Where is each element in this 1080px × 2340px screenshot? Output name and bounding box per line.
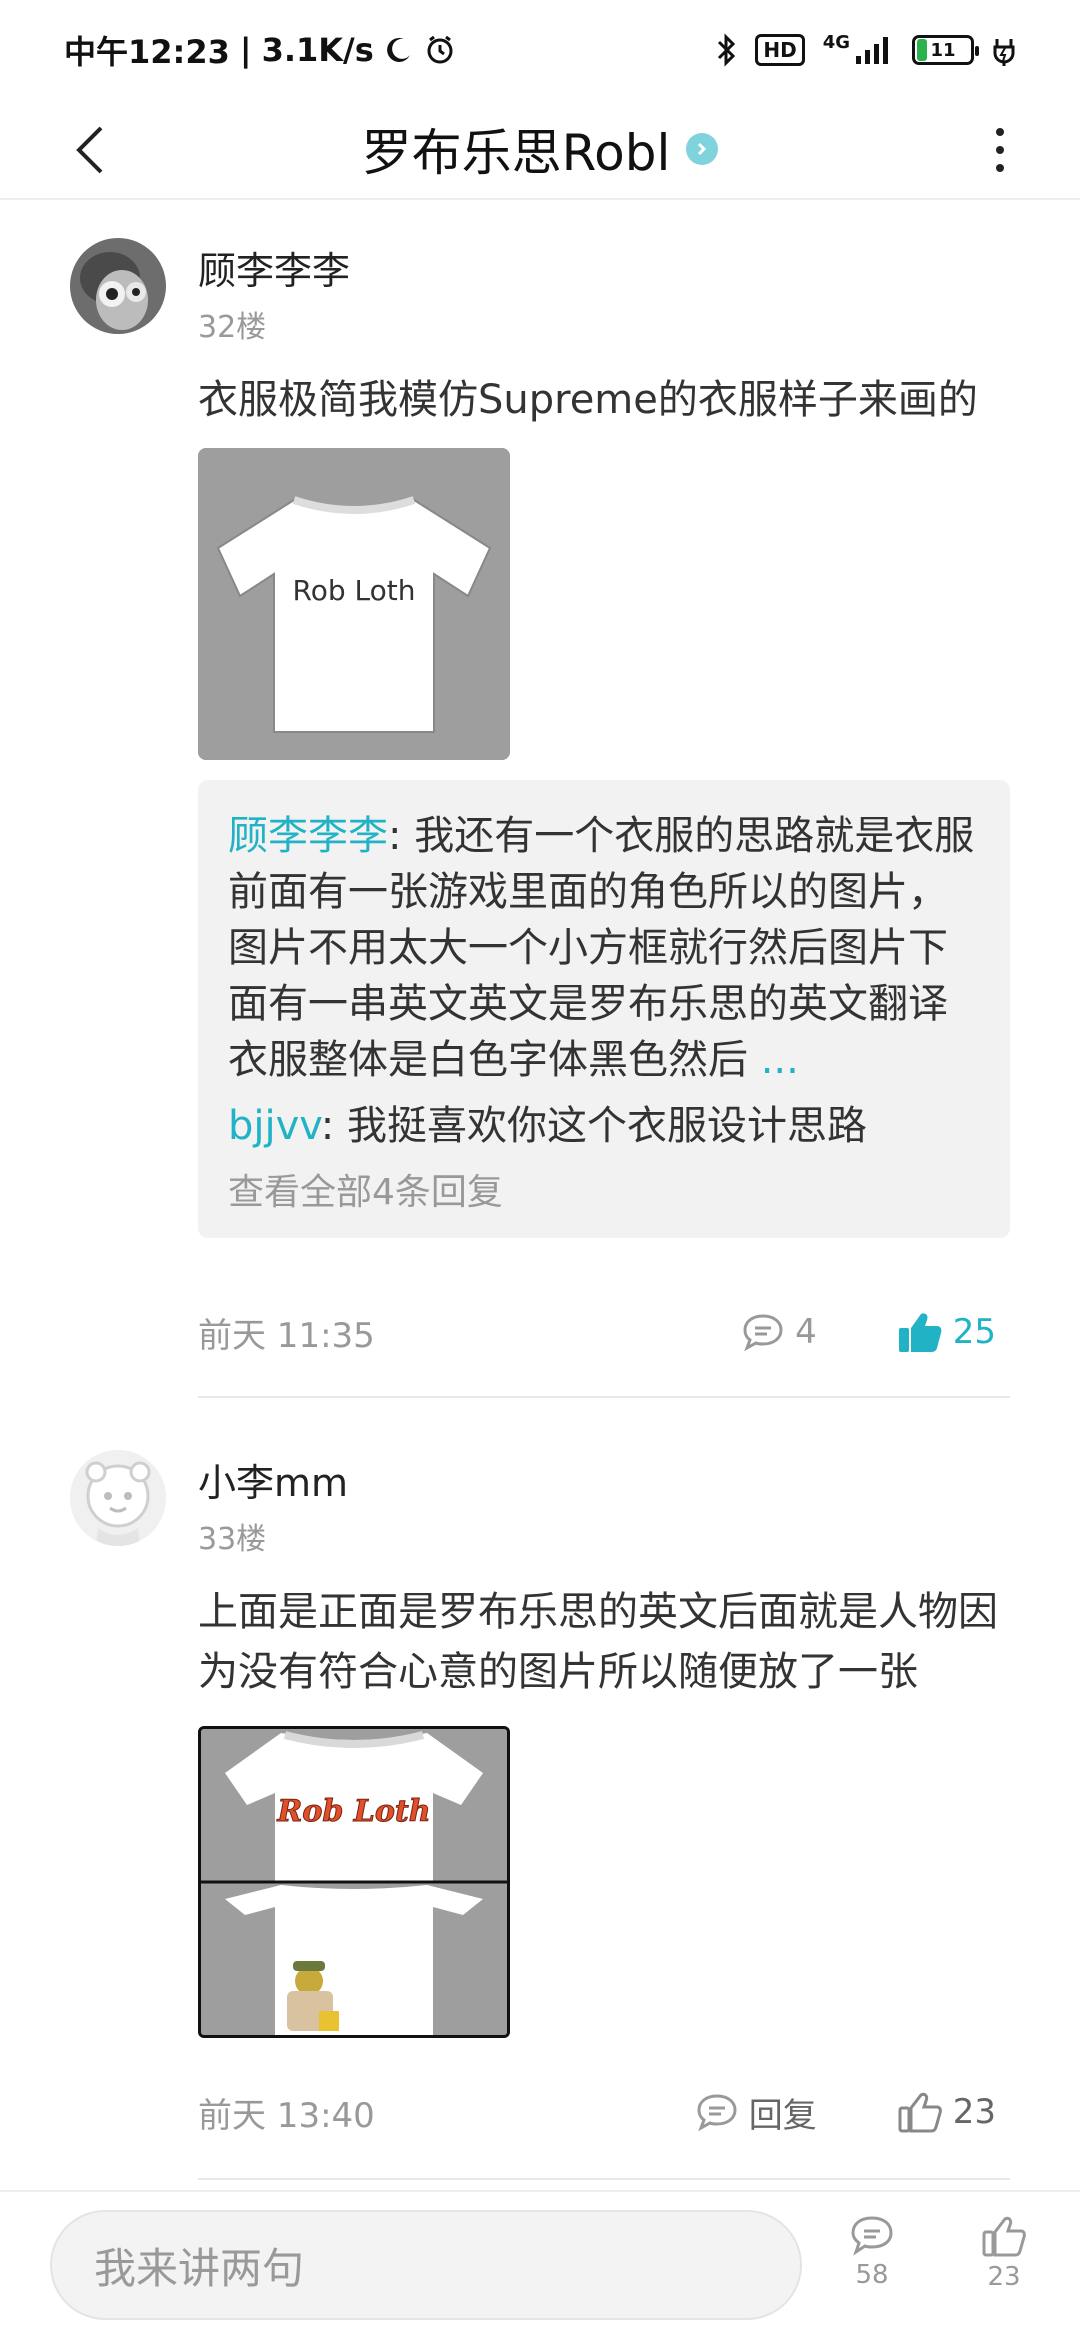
status-right: HD 4G 11 bbox=[715, 31, 1016, 67]
status-bar: 中午12:23 | 3.1K/s HD 4G 11 bbox=[0, 0, 1080, 100]
battery-percent: 11 bbox=[930, 39, 956, 61]
post-username[interactable]: 小李mm bbox=[198, 1452, 348, 1507]
header-title-wrap: 罗布乐思Robl bbox=[0, 113, 1080, 185]
status-left: 中午12:23 | 3.1K/s bbox=[64, 27, 456, 73]
like-count: 23 bbox=[952, 2092, 996, 2132]
moon-icon bbox=[386, 37, 410, 62]
comment-icon bbox=[743, 1314, 783, 1352]
battery-icon: 11 bbox=[912, 35, 979, 65]
comment-icon bbox=[851, 2216, 893, 2256]
thumbs-up-icon bbox=[898, 2092, 942, 2133]
thumbs-up-icon bbox=[982, 2216, 1026, 2257]
alarm-icon bbox=[427, 35, 453, 64]
post-image[interactable]: Rob Loth bbox=[198, 1726, 510, 2038]
post-image[interactable]: Rob Loth bbox=[198, 448, 510, 760]
post-floor: 33楼 bbox=[198, 1522, 267, 1557]
status-time: 中午12:23 bbox=[64, 33, 230, 71]
reply-button[interactable]: 回复 bbox=[695, 2088, 817, 2137]
comment-input-placeholder: 我来讲两句 bbox=[94, 2243, 305, 2293]
reply-label: 回复 bbox=[748, 2095, 817, 2136]
post-meta: 前天 11:35 4 25 bbox=[198, 1302, 1010, 1362]
status-separator: | bbox=[239, 31, 252, 69]
page-title[interactable]: 罗布乐思Robl bbox=[362, 113, 671, 185]
thumbs-up-filled-icon bbox=[898, 1313, 942, 1352]
like-count: 25 bbox=[952, 1312, 996, 1352]
like-total: 23 bbox=[987, 2262, 1021, 2292]
post-text: 衣服极简我模仿Supreme的衣服样子来画的 bbox=[198, 377, 978, 423]
shirt-print: Rob Loth bbox=[293, 574, 416, 607]
more-vertical-icon bbox=[996, 128, 1004, 172]
reply-username[interactable]: bjjvv bbox=[228, 1103, 321, 1149]
post-actions: 回复 23 bbox=[695, 2088, 1010, 2137]
post-username[interactable]: 顾李李李 bbox=[198, 240, 350, 295]
post-time: 前天 13:40 bbox=[198, 2095, 375, 2136]
like-button[interactable]: 23 bbox=[897, 2090, 996, 2134]
bluetooth-icon bbox=[718, 33, 736, 67]
network-type: 4G bbox=[822, 31, 850, 53]
like-total-button[interactable]: 23 bbox=[964, 2214, 1044, 2292]
charging-icon bbox=[993, 39, 1015, 66]
signal-icon bbox=[856, 37, 888, 64]
comment-total: 58 bbox=[855, 2260, 889, 2290]
like-button[interactable]: 25 bbox=[897, 1310, 996, 1354]
reply-more[interactable]: ... bbox=[748, 1037, 799, 1083]
more-button[interactable] bbox=[980, 120, 1020, 180]
view-all-replies[interactable]: 查看全部4条回复 bbox=[228, 1168, 980, 1218]
hd-badge: HD bbox=[755, 34, 805, 66]
reply-username[interactable]: 顾李李李 bbox=[228, 813, 388, 859]
avatar[interactable] bbox=[70, 238, 166, 334]
reply-item[interactable]: bjjvv: 我挺喜欢你这个衣服设计思路 bbox=[228, 1098, 980, 1154]
post-text: 上面是正面是罗布乐思的英文后面就是人物因为没有符合心意的图片所以随便放了一张 bbox=[198, 1589, 998, 1695]
comment-input[interactable]: 我来讲两句 bbox=[50, 2210, 802, 2320]
post-divider bbox=[198, 2178, 1010, 2180]
post-actions: 4 25 bbox=[741, 1310, 1010, 1354]
reply-separator: : bbox=[320, 1103, 347, 1149]
avatar[interactable] bbox=[70, 1450, 166, 1546]
comments-button[interactable]: 58 bbox=[832, 2214, 912, 2290]
comment-count: 4 bbox=[795, 1312, 817, 1352]
network-speed: 3.1K/s bbox=[261, 31, 374, 69]
verified-icon bbox=[686, 133, 719, 165]
bottom-bar: 我来讲两句 58 23 bbox=[0, 2190, 1080, 2340]
post-floor: 32楼 bbox=[198, 310, 267, 345]
post-meta: 前天 13:40 回复 23 bbox=[198, 2082, 1010, 2142]
post-time: 前天 11:35 bbox=[198, 1315, 375, 1356]
reply-box[interactable]: 顾李李李: 我还有一个衣服的思路就是衣服前面有一张游戏里面的角色所以的图片，图片… bbox=[198, 780, 1010, 1238]
reply-text: 我挺喜欢你这个衣服设计思路 bbox=[346, 1103, 867, 1149]
reply-item[interactable]: 顾李李李: 我还有一个衣服的思路就是衣服前面有一张游戏里面的角色所以的图片，图片… bbox=[228, 808, 980, 1088]
shirt-print-front: Rob Loth bbox=[276, 1794, 430, 1829]
reply-separator: : bbox=[388, 813, 415, 859]
comment-button[interactable]: 4 bbox=[741, 1312, 817, 1352]
app-header: 罗布乐思Robl bbox=[0, 100, 1080, 200]
post-divider bbox=[198, 1396, 1010, 1398]
comment-icon bbox=[697, 2094, 737, 2132]
